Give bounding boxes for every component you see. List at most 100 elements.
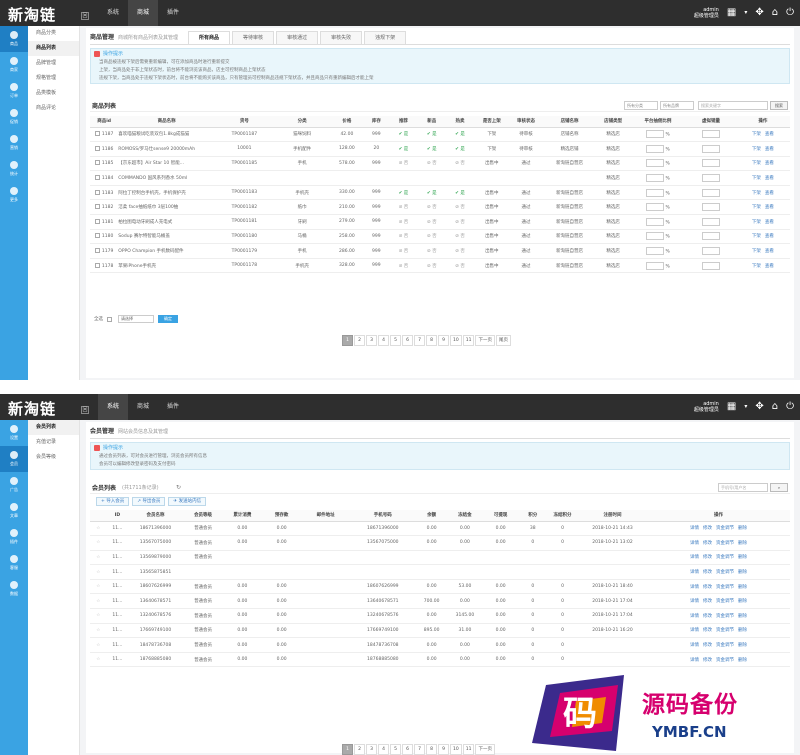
- flag-cell[interactable]: ⊘ 否: [417, 199, 446, 216]
- view-link[interactable]: 查看: [765, 264, 774, 269]
- flag-cell[interactable]: ✔ 是: [389, 127, 418, 143]
- virtual-sales-input[interactable]: [701, 130, 720, 139]
- commission-input[interactable]: [646, 232, 665, 241]
- col-header[interactable]: 可提现: [482, 510, 519, 522]
- edit-link[interactable]: 修改: [703, 585, 712, 590]
- offshelf-link[interactable]: 下架: [752, 264, 761, 269]
- page-button[interactable]: 10: [450, 744, 462, 755]
- detail-link[interactable]: 详情: [690, 628, 699, 633]
- fund-adjust-link[interactable]: 资金调节: [716, 555, 734, 560]
- commission-input[interactable]: [646, 188, 665, 197]
- sidebar-item-ads[interactable]: 广告: [0, 472, 28, 498]
- page-button[interactable]: 下一页: [475, 335, 495, 346]
- admin-info[interactable]: admin 超级管理员: [694, 401, 719, 413]
- export-member-button[interactable]: ↗ 导出会员: [132, 497, 166, 506]
- sidebar-item-marketing[interactable]: 营销: [0, 130, 28, 156]
- nav-system[interactable]: 系统: [98, 0, 128, 26]
- star-icon[interactable]: ☆: [96, 526, 100, 531]
- expand-icon[interactable]: ✥: [755, 401, 763, 413]
- subnav-item[interactable]: 品类模板: [28, 86, 79, 101]
- star-icon[interactable]: ☆: [96, 643, 100, 648]
- virtual-sales-input[interactable]: [701, 188, 720, 197]
- page-button[interactable]: 2: [354, 744, 365, 755]
- nav-mall[interactable]: 商城: [128, 394, 158, 420]
- offshelf-link[interactable]: 下架: [752, 132, 761, 137]
- page-button[interactable]: 10: [450, 335, 462, 346]
- import-member-button[interactable]: + 导入会员: [96, 497, 130, 506]
- sidebar-item-members[interactable]: 会员: [0, 446, 28, 472]
- col-header[interactable]: 预存款: [261, 510, 302, 522]
- page-button[interactable]: 11: [462, 744, 475, 755]
- subnav-item[interactable]: 商品评论: [28, 101, 79, 116]
- delete-link[interactable]: 删除: [738, 614, 747, 619]
- virtual-sales-input[interactable]: [701, 247, 720, 256]
- edit-link[interactable]: 修改: [703, 541, 712, 546]
- view-link[interactable]: 查看: [765, 249, 774, 254]
- fund-adjust-link[interactable]: 资金调节: [716, 628, 734, 633]
- chevron-down-icon[interactable]: ▾: [744, 401, 747, 413]
- fund-adjust-link[interactable]: 资金调节: [716, 599, 734, 604]
- tab-all[interactable]: 所有商品: [188, 31, 231, 44]
- refresh-icon[interactable]: ↻: [176, 484, 181, 491]
- offshelf-link[interactable]: 下架: [752, 147, 761, 152]
- flag-cell[interactable]: ⊘ 否: [389, 214, 418, 230]
- page-button[interactable]: 4: [378, 744, 389, 755]
- fund-adjust-link[interactable]: 资金调节: [716, 585, 734, 590]
- flag-cell[interactable]: ✔ 是: [417, 141, 446, 157]
- offshelf-link[interactable]: 下架: [752, 249, 761, 254]
- edit-link[interactable]: 修改: [703, 614, 712, 619]
- flag-cell[interactable]: ✔ 是: [445, 141, 475, 157]
- chevron-down-icon[interactable]: ▾: [744, 7, 747, 19]
- edit-link[interactable]: 修改: [703, 643, 712, 648]
- page-button[interactable]: 5: [390, 744, 401, 755]
- virtual-sales-input[interactable]: [701, 159, 720, 168]
- fund-adjust-link[interactable]: 资金调节: [716, 658, 734, 663]
- detail-link[interactable]: 详情: [690, 570, 699, 575]
- sidebar-item-goods[interactable]: 商品: [0, 26, 28, 52]
- delete-link[interactable]: 删除: [738, 555, 747, 560]
- col-header[interactable]: 库存: [363, 116, 390, 128]
- send-message-button[interactable]: ✈ 发送站内信: [168, 497, 207, 506]
- sidebar-item-plugins[interactable]: 插件: [0, 524, 28, 550]
- commission-input[interactable]: [646, 174, 665, 183]
- bulk-select[interactable]: 请选择: [118, 315, 154, 323]
- row-checkbox[interactable]: [94, 131, 100, 137]
- offshelf-link[interactable]: 下架: [752, 176, 761, 181]
- flag-cell[interactable]: ⊘ 否: [445, 156, 475, 172]
- star-icon[interactable]: ☆: [96, 570, 100, 575]
- page-button[interactable]: 9: [438, 335, 449, 346]
- page-button[interactable]: 3: [366, 335, 377, 346]
- delete-link[interactable]: 删除: [738, 570, 747, 575]
- col-header[interactable]: 积分: [518, 510, 548, 522]
- tab-violation[interactable]: 违规下架: [364, 31, 407, 44]
- flag-cell[interactable]: ✔ 是: [389, 141, 418, 157]
- virtual-sales-input[interactable]: [701, 217, 720, 226]
- search-button[interactable]: ⌕: [770, 483, 788, 492]
- calendar-icon[interactable]: ▦: [727, 7, 736, 19]
- admin-info[interactable]: admin 超级管理员: [694, 7, 719, 19]
- flag-cell[interactable]: ⊘ 否: [417, 214, 446, 230]
- home-icon[interactable]: ⌂: [772, 7, 778, 19]
- flag-cell[interactable]: ✔ 是: [445, 127, 475, 143]
- subnav-item[interactable]: 品牌管理: [28, 56, 79, 71]
- col-header[interactable]: 冻结金: [447, 510, 483, 522]
- nav-plugin[interactable]: 插件: [158, 0, 188, 26]
- edit-link[interactable]: 修改: [703, 555, 712, 560]
- flag-cell[interactable]: ✔ 是: [417, 127, 446, 143]
- subnav-item[interactable]: 商品分类: [28, 26, 79, 41]
- flag-cell[interactable]: ⊘ 否: [445, 258, 475, 274]
- view-link[interactable]: 查看: [765, 132, 774, 137]
- home-icon[interactable]: ⌂: [772, 401, 778, 413]
- commission-input[interactable]: [646, 247, 665, 256]
- page-button[interactable]: 9: [438, 744, 449, 755]
- search-button[interactable]: 搜索: [770, 101, 788, 110]
- virtual-sales-input[interactable]: [701, 232, 720, 241]
- detail-link[interactable]: 详情: [690, 585, 699, 590]
- commission-input[interactable]: [646, 159, 665, 168]
- flag-cell[interactable]: ⊘ 否: [417, 229, 446, 245]
- edit-link[interactable]: 修改: [703, 599, 712, 604]
- offshelf-link[interactable]: 下架: [752, 205, 761, 210]
- subnav-item[interactable]: 会员等级: [28, 450, 79, 465]
- tab-rejected[interactable]: 审核失败: [320, 31, 363, 44]
- row-checkbox[interactable]: [94, 204, 100, 210]
